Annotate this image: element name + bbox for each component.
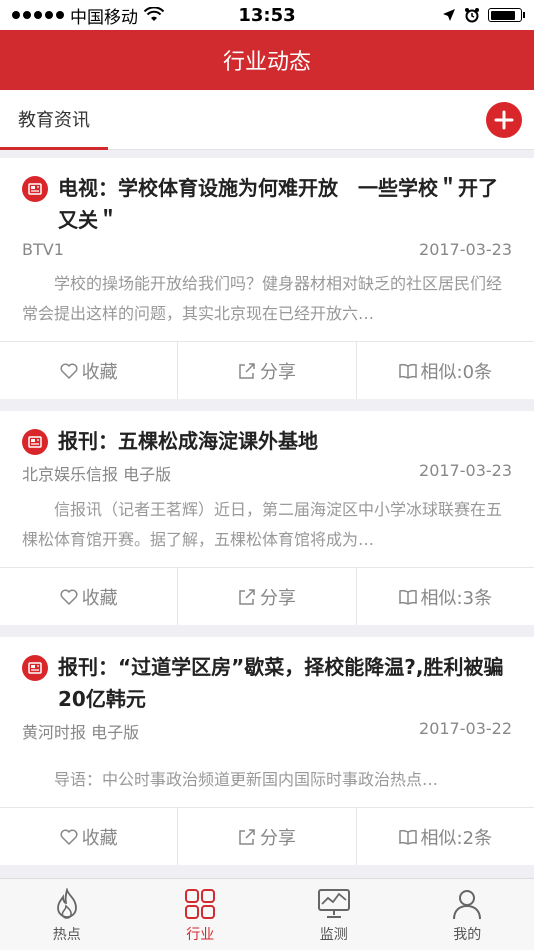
news-meta: 北京娱乐信报 电子版 2017-03-23 — [22, 461, 512, 485]
news-summary: 信报讯（记者王茗辉）近日，第二届海淀区中小学冰球联赛在五棵松体育馆开赛。据了解，… — [22, 500, 503, 549]
carrier-label: 中国移动 — [70, 7, 138, 28]
news-card[interactable]: 电视：学校体育设施为何难开放 一些学校＂开了又关＂ BTV1 2017-03-2… — [0, 158, 534, 399]
tab-label: 热点 — [52, 927, 81, 943]
similar-button[interactable]: 相似:2条 — [357, 808, 534, 865]
newspaper-icon — [22, 429, 48, 455]
share-icon — [239, 588, 255, 605]
news-date: 2017-03-22 — [419, 719, 512, 738]
newspaper-icon — [22, 176, 48, 202]
status-right — [442, 7, 525, 23]
share-icon — [239, 828, 255, 845]
share-button[interactable]: 分享 — [178, 808, 357, 865]
collect-button[interactable]: 收藏 — [0, 568, 179, 625]
book-icon — [398, 829, 417, 845]
book-icon — [398, 589, 417, 605]
news-source: BTV1 — [22, 240, 64, 259]
card-body[interactable]: 报刊：五棵松成海淀课外基地 北京娱乐信报 电子版 2017-03-23 信报讯（… — [0, 411, 534, 567]
news-actions: 收藏 分享 相似:3条 — [0, 567, 534, 625]
news-title: 报刊：五棵松成海淀课外基地 — [58, 429, 318, 453]
share-label: 分享 — [259, 587, 296, 609]
newspaper-icon — [22, 655, 48, 681]
card-body[interactable]: 电视：学校体育设施为何难开放 一些学校＂开了又关＂ BTV1 2017-03-2… — [0, 158, 534, 341]
flame-icon — [56, 888, 77, 919]
tab-label: 我的 — [453, 927, 482, 943]
share-button[interactable]: 分享 — [178, 342, 357, 399]
collect-label: 收藏 — [81, 827, 118, 849]
add-category-button[interactable] — [486, 102, 522, 138]
similar-button[interactable]: 相似:0条 — [357, 342, 534, 399]
news-title: 电视：学校体育设施为何难开放 一些学校＂开了又关＂ — [58, 176, 498, 232]
news-actions: 收藏 分享 相似:2条 — [0, 807, 534, 865]
news-title-row[interactable]: 电视：学校体育设施为何难开放 一些学校＂开了又关＂ — [22, 172, 512, 236]
similar-label: 相似:2条 — [420, 827, 493, 849]
heart-icon — [60, 589, 78, 605]
news-card[interactable]: 报刊：“过道学区房”歇菜，择校能降温?,胜利被骗20亿韩元 黄河时报 电子版 2… — [0, 637, 534, 865]
tab-industry[interactable]: 行业 — [134, 879, 268, 950]
status-left: 中国移动 — [12, 3, 442, 28]
tab-label: 监测 — [319, 927, 348, 943]
similar-label: 相似:0条 — [420, 361, 493, 383]
bottom-tab-bar: 热点 行业 监测 我的 — [0, 878, 534, 950]
page-title: 行业动态 — [222, 50, 311, 75]
person-icon — [453, 890, 482, 920]
collect-button[interactable]: 收藏 — [0, 342, 179, 399]
tab-label: 教育资讯 — [18, 110, 90, 131]
collect-button[interactable]: 收藏 — [0, 808, 179, 865]
tab-education-news[interactable]: 教育资讯 — [0, 90, 108, 150]
share-label: 分享 — [259, 827, 296, 849]
news-actions: 收藏 分享 相似:0条 — [0, 341, 534, 399]
news-title: 报刊：“过道学区房”歇菜，择校能降温?,胜利被骗20亿韩元 — [58, 655, 504, 711]
news-source: 北京娱乐信报 电子版 — [22, 465, 172, 484]
status-bar: 中国移动 13:53 — [0, 0, 534, 30]
tab-active-indicator — [0, 147, 108, 150]
share-label: 分享 — [259, 361, 296, 383]
news-date: 2017-03-23 — [419, 240, 512, 259]
battery-icon — [488, 8, 525, 22]
tab-label: 行业 — [186, 927, 215, 943]
news-title-row[interactable]: 报刊：“过道学区房”歇菜，择校能降温?,胜利被骗20亿韩元 — [22, 651, 512, 715]
location-icon — [443, 9, 455, 21]
wifi-icon — [144, 7, 164, 21]
book-icon — [398, 363, 417, 379]
collect-label: 收藏 — [81, 587, 118, 609]
share-button[interactable]: 分享 — [178, 568, 357, 625]
signal-strength-icon — [12, 11, 64, 19]
grid-icon — [185, 889, 216, 919]
alarm-icon — [465, 8, 479, 23]
heart-icon — [60, 363, 78, 379]
news-feed: 电视：学校体育设施为何难开放 一些学校＂开了又关＂ BTV1 2017-03-2… — [0, 158, 534, 877]
category-tab-strip: 教育资讯 — [0, 90, 534, 150]
collect-label: 收藏 — [81, 361, 118, 383]
news-title-row[interactable]: 报刊：五棵松成海淀课外基地 — [22, 425, 512, 457]
news-meta: BTV1 2017-03-23 — [22, 240, 512, 259]
share-icon — [239, 362, 255, 379]
news-summary: 导语：中公时事政治频道更新国内国际时事政治热点… — [54, 770, 439, 789]
news-summary: 学校的操场能开放给我们吗？健身器材相对缺乏的社区居民们经常会提出这样的问题，其实… — [22, 274, 503, 323]
monitor-icon — [317, 889, 350, 918]
news-card[interactable]: 报刊：五棵松成海淀课外基地 北京娱乐信报 电子版 2017-03-23 信报讯（… — [0, 411, 534, 625]
tab-hot[interactable]: 热点 — [0, 879, 134, 950]
news-meta: 黄河时报 电子版 2017-03-22 — [22, 719, 512, 743]
heart-icon — [60, 829, 78, 845]
nav-bar: 行业动态 — [0, 30, 534, 90]
news-source: 黄河时报 电子版 — [22, 723, 140, 742]
tab-mine[interactable]: 我的 — [401, 879, 534, 950]
news-date: 2017-03-23 — [419, 461, 512, 480]
tab-monitor[interactable]: 监测 — [267, 879, 401, 950]
similar-label: 相似:3条 — [420, 587, 493, 609]
plus-icon — [494, 110, 514, 130]
card-body[interactable]: 报刊：“过道学区房”歇菜，择校能降温?,胜利被骗20亿韩元 黄河时报 电子版 2… — [0, 637, 534, 807]
similar-button[interactable]: 相似:3条 — [357, 568, 534, 625]
